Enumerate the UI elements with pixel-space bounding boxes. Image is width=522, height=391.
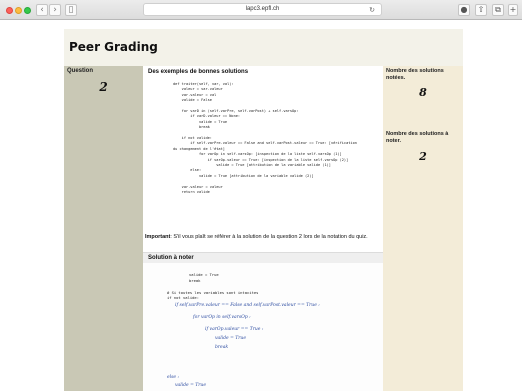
example-solution-code: def traiter(self, var, val): valeur = va… bbox=[143, 79, 383, 234]
code-line: if varOp.valeur == True: [inspection de … bbox=[173, 157, 349, 162]
code-line: if self.varPre.valeur == False and self.… bbox=[173, 141, 357, 146]
code-line: valide = False bbox=[173, 98, 212, 103]
stats-panel: Nombre des solutions notées. 8 Nombre de… bbox=[383, 66, 463, 391]
typed-line: if not valide: bbox=[167, 295, 200, 300]
sidebar-icon[interactable]: ▯ bbox=[65, 4, 77, 16]
tabs-icon[interactable]: ⧉ bbox=[492, 4, 504, 16]
handwritten-line: if self.varPre.valeur == False and self.… bbox=[175, 303, 320, 308]
question-label: Question bbox=[67, 68, 94, 74]
to-grade-count: 2 bbox=[419, 150, 427, 163]
code-line: return valide bbox=[173, 190, 210, 194]
back-icon[interactable]: ‹ bbox=[36, 4, 48, 16]
code-line: for varOp in self.varsOp: [inspection de… bbox=[173, 152, 342, 157]
close-window-button[interactable] bbox=[6, 7, 13, 14]
code-line: var.valeur = valeur bbox=[173, 184, 223, 189]
code-line: if not valide: bbox=[173, 136, 212, 140]
new-tab-icon[interactable]: + bbox=[508, 4, 518, 16]
code-line: else: bbox=[173, 168, 202, 173]
handwritten-line: break bbox=[215, 345, 229, 350]
code-line: valeur = var.valeur bbox=[173, 87, 223, 92]
code-line: valide = True [attribution de la variabl… bbox=[173, 173, 314, 178]
important-label: Important bbox=[145, 234, 171, 240]
handwritten-line: for varOp in self.varsOp : bbox=[193, 315, 251, 320]
solutions-panel: Des exemples de bonnes solutions def tra… bbox=[143, 66, 383, 391]
handwritten-solution-image: valide = True break # Si toutes les vari… bbox=[143, 263, 383, 391]
address-bar[interactable]: lapc3.epfl.ch ↻ bbox=[143, 3, 382, 16]
page-header: Peer Grading bbox=[64, 29, 463, 66]
question-panel: Question 2 bbox=[64, 66, 143, 391]
solution-to-grade-header: Solution à noter bbox=[143, 252, 383, 263]
code-line: var.valeur = val bbox=[173, 92, 217, 97]
shield-icon[interactable]: ● bbox=[458, 4, 470, 16]
important-text: : S'il vous plaît se référer à la soluti… bbox=[170, 234, 368, 240]
handwritten-line: valide = True bbox=[215, 336, 246, 341]
url-text: lapc3.epfl.ch bbox=[245, 6, 280, 12]
code-line: break bbox=[173, 125, 210, 130]
maximize-window-button[interactable] bbox=[24, 7, 31, 14]
typed-line: valide = True bbox=[189, 272, 219, 277]
code-line: for varD in (self.varPre, self.varPost) … bbox=[173, 109, 299, 113]
important-note: Important: S'il vous plaît se référer à … bbox=[145, 234, 381, 241]
solution-heading: Solution à noter bbox=[148, 255, 194, 261]
minimize-window-button[interactable] bbox=[15, 7, 22, 14]
handwritten-line: if varOp.valeur == True : bbox=[205, 327, 264, 332]
typed-line: break bbox=[189, 278, 201, 283]
reload-icon[interactable]: ↻ bbox=[369, 5, 375, 16]
code-line: valide = True bbox=[173, 119, 228, 124]
browser-toolbar: ‹ › ▯ lapc3.epfl.ch ↻ ● ⇧ ⧉ + bbox=[0, 0, 522, 20]
code-line: du changement de l'état] bbox=[173, 146, 225, 151]
to-grade-count-label: Nombre des solutions à noter. bbox=[386, 131, 449, 144]
examples-heading: Des exemples de bonnes solutions bbox=[148, 69, 249, 75]
question-number: 2 bbox=[99, 80, 108, 94]
graded-count-label: Nombre des solutions notées. bbox=[386, 68, 444, 81]
code-line: valide = True [attribution de la variabl… bbox=[173, 163, 331, 167]
graded-count: 8 bbox=[419, 86, 427, 99]
handwritten-line: else : bbox=[167, 375, 180, 380]
code-line: if varD.valeur == None: bbox=[173, 114, 241, 119]
code-line: def traiter(self, var, val): bbox=[173, 82, 234, 86]
page-title: Peer Grading bbox=[69, 40, 158, 54]
handwritten-line: valide = True bbox=[175, 383, 206, 388]
share-icon[interactable]: ⇧ bbox=[475, 4, 487, 16]
forward-icon[interactable]: › bbox=[49, 4, 61, 16]
